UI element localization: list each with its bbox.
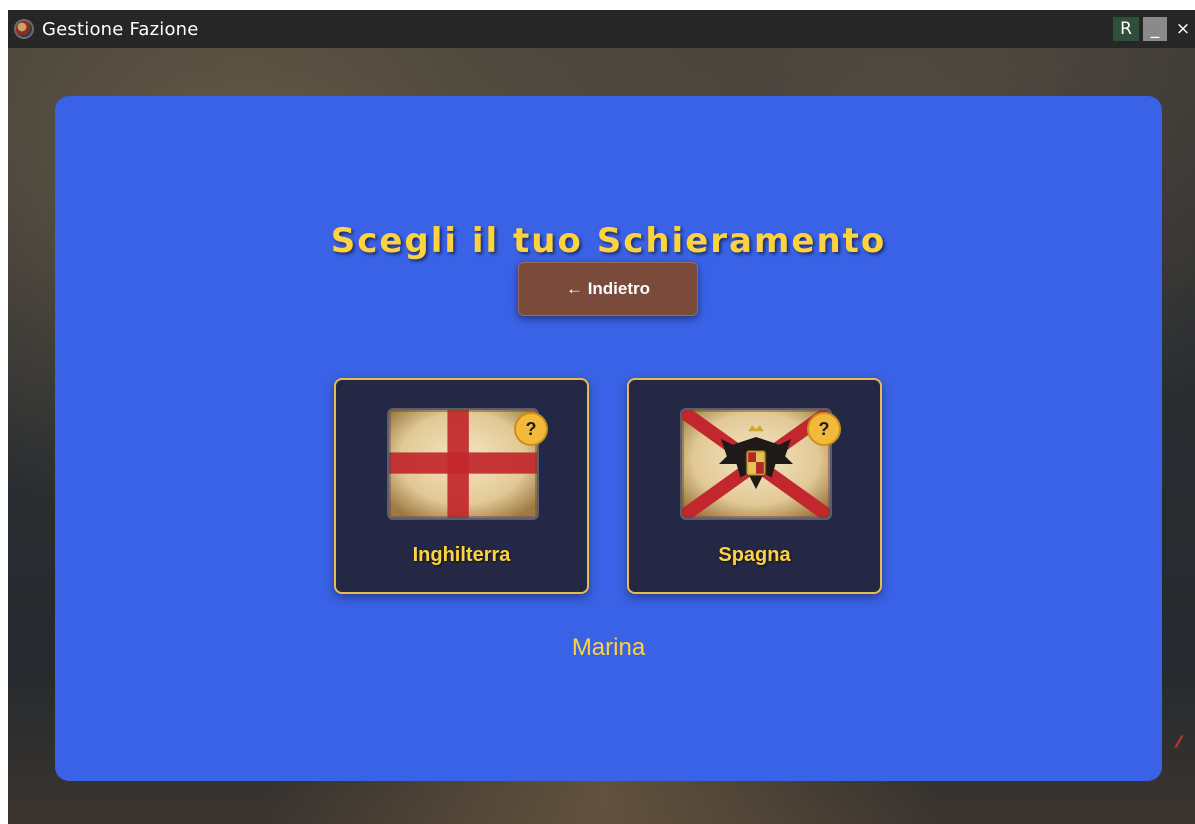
faction-name: Spagna — [718, 544, 791, 566]
title-bar[interactable]: Gestione Fazione R _ × — [8, 10, 1195, 48]
app-window: Gestione Fazione R _ × Scegli il tuo Sch… — [8, 10, 1195, 824]
category-label: Marina — [571, 634, 646, 661]
back-button[interactable]: ← Indietro — [518, 262, 698, 316]
app-logo-icon — [14, 19, 34, 39]
close-button[interactable]: × — [1171, 17, 1195, 41]
faction-card-spagna[interactable]: ? Spagna — [627, 378, 882, 594]
r-button[interactable]: R — [1113, 17, 1139, 41]
faction-name: Inghilterra — [412, 544, 511, 566]
page-title: Scegli il tuo Schieramento — [330, 221, 887, 261]
faction-panel: Scegli il tuo Schieramento ← Indietro ? … — [55, 96, 1162, 781]
window-title: Gestione Fazione — [42, 18, 199, 40]
help-button[interactable]: ? — [807, 412, 841, 446]
help-button[interactable]: ? — [514, 412, 548, 446]
faction-card-inghilterra[interactable]: ? Inghilterra — [334, 378, 589, 594]
decorative-mark — [1174, 734, 1195, 756]
background-scene: Scegli il tuo Schieramento ← Indietro ? … — [8, 48, 1195, 824]
window-controls: R _ × — [1109, 10, 1195, 48]
minimize-button[interactable]: _ — [1143, 17, 1167, 41]
